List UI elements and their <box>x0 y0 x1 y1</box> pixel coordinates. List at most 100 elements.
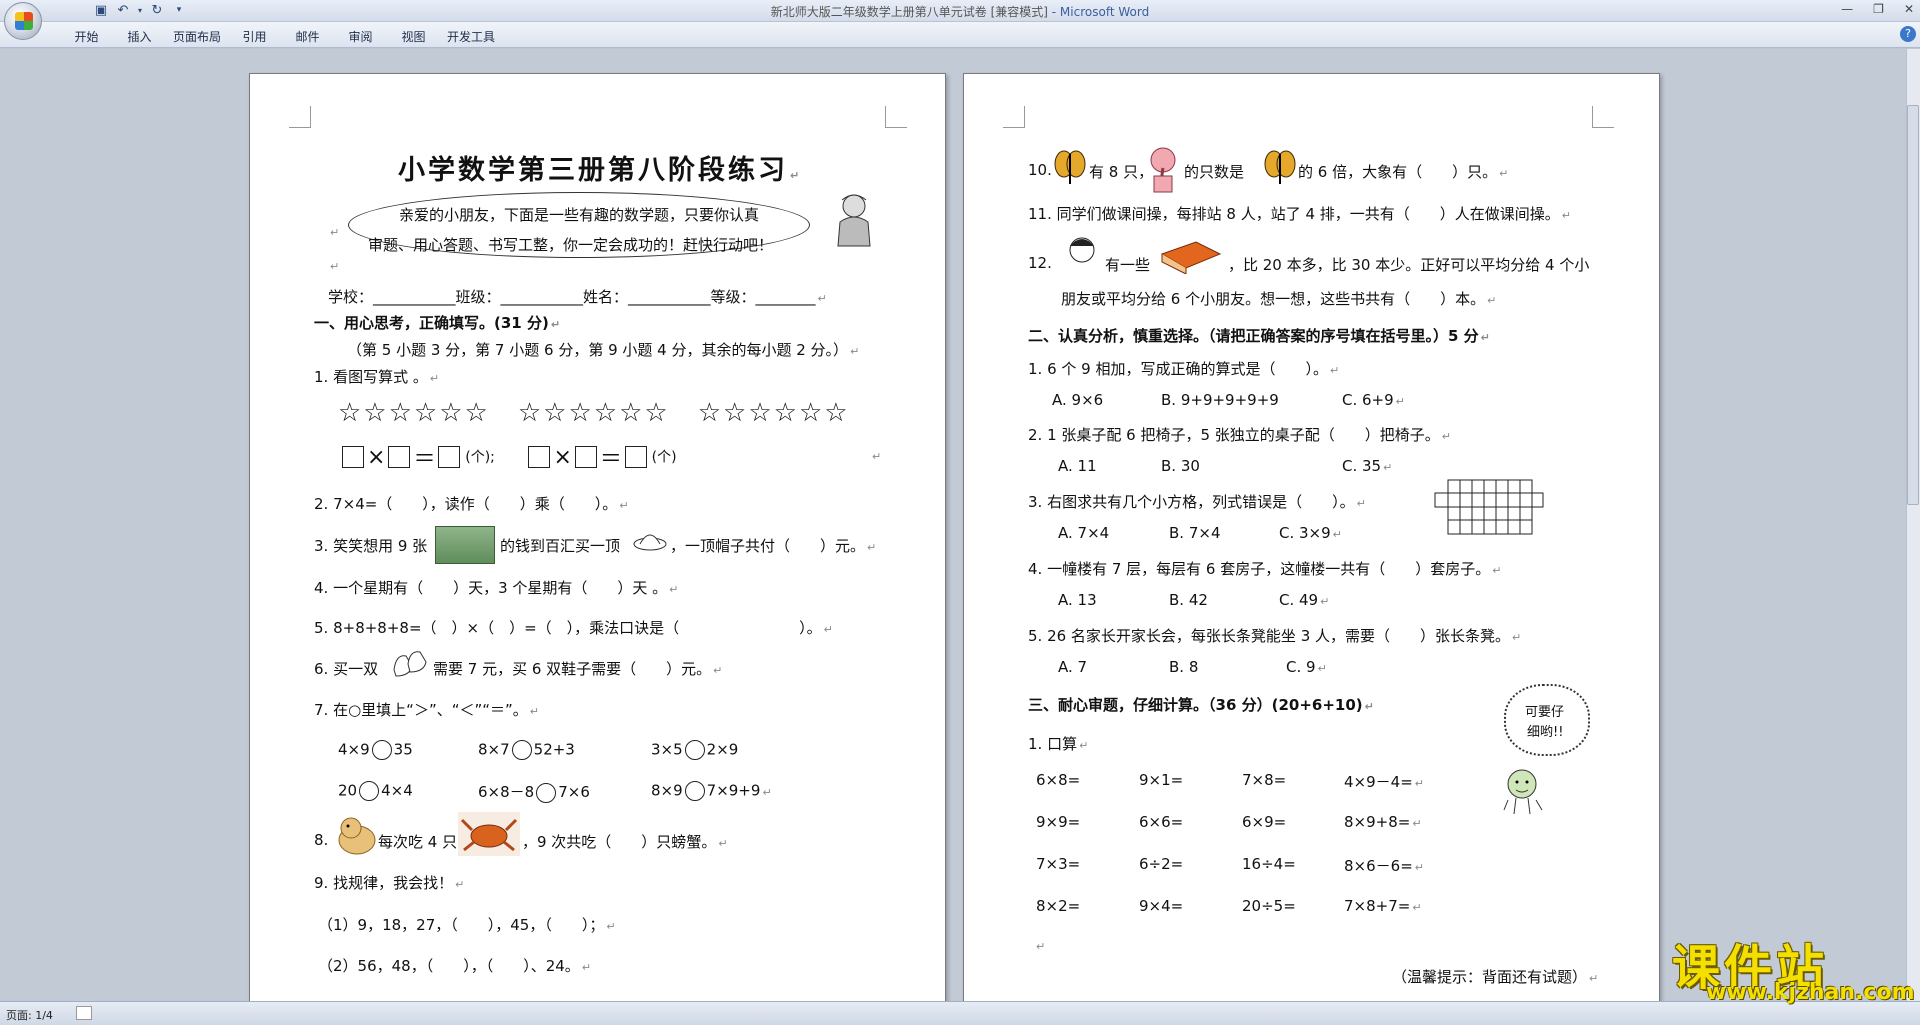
calc-cell: 7×8= <box>1242 771 1287 789</box>
calc-cell: 8×6－6= ↵ <box>1344 857 1424 875</box>
section-1-heading: 一、用心思考，正确填写。(31 分) ↵ <box>314 314 561 332</box>
back-page-hint: （温馨提示：背面还有试题） ↵ <box>1392 968 1599 986</box>
status-bar: 页面: 1/4 <box>0 1001 1920 1025</box>
title-bar: 新北师大版二年级数学上册第八单元试卷 [兼容模式] - Microsoft Wo… <box>0 0 1920 22</box>
proofing-icon[interactable] <box>76 1006 92 1020</box>
question-10: 10. <box>1028 161 1052 179</box>
calc-cell: 20÷5= <box>1242 897 1296 915</box>
compare-2: 8×7 52+3 <box>478 740 575 760</box>
tab-references[interactable]: 引用 <box>228 26 281 47</box>
question-11: 11. 同学们做课间操，每排站 8 人，站了 4 排，一共有（ ）人在做课间操。… <box>1028 205 1572 223</box>
crab-picture <box>458 812 520 856</box>
choice-q2: 2. 1 张桌子配 6 把椅子，5 张独立的桌子配（ ）把椅子。 ↵ <box>1028 426 1452 444</box>
intro-line-1: 亲爱的小朋友，下面是一些有趣的数学题，只要你认真 <box>399 206 760 224</box>
site-watermark: 课件站 www.kjzhan.com <box>1668 928 1915 1005</box>
choice-q5-option-c: C. 9 ↵ <box>1286 658 1327 676</box>
choice-q1-option-c: C. 6+9 ↵ <box>1342 391 1405 409</box>
close-icon[interactable]: ✕ <box>1904 2 1914 16</box>
question-3-end: ，一顶帽子共付（ ）元。 ↵ <box>670 537 877 555</box>
tab-mailings[interactable]: 邮件 <box>281 26 334 47</box>
question-10-end: 的 6 倍，大象有（ ）只。 ↵ <box>1298 163 1509 181</box>
choice-q1-option-b: B. 9+9+9+9+9 <box>1161 391 1279 409</box>
calc-cell: 4×9－4= ↵ <box>1344 773 1424 791</box>
butterfly-picture <box>1054 150 1086 184</box>
tab-view[interactable]: 视图 <box>387 26 440 47</box>
customize-qat-icon[interactable]: ▾ <box>170 2 188 18</box>
choice-q2-option-a: A. 11 <box>1058 457 1097 475</box>
equation-blanks: × ＝ (个); × ＝ (个) <box>342 441 677 473</box>
grid-figure <box>1434 479 1544 535</box>
scroll-thumb[interactable] <box>1907 105 1919 505</box>
calc-cell: 6×6= <box>1139 813 1184 831</box>
compare-5: 6×8－8 7×6 <box>478 782 590 803</box>
choice-q3: 3. 右图求共有几个小方格，列式错误是（ ）。 ↵ <box>1028 493 1366 511</box>
question-6-cont: 需要 7 元，买 6 双鞋子需要（ ）元。 ↵ <box>433 660 723 678</box>
choice-q3-option-c: C. 3×9 ↵ <box>1279 524 1342 542</box>
question-10-mid: 的只数是 <box>1184 163 1245 181</box>
girl-thinking-picture <box>837 194 871 247</box>
question-9-1: （1）9，18，27，（ ），45，（ ）； ↵ <box>318 916 616 934</box>
help-icon[interactable]: ? <box>1900 26 1916 42</box>
exam-title: 小学数学第三册第八阶段练习 ↵ <box>398 155 803 186</box>
butterfly-picture <box>1264 150 1296 184</box>
question-4: 4. 一个星期有（ ）天，3 个星期有（ ）天 。 ↵ <box>314 579 679 597</box>
thought-cloud <box>1504 684 1590 756</box>
question-8-end: ，9 次共吃（ ）只螃蟹。 ↵ <box>522 833 728 851</box>
document-page-2: 10. 有 8 只， 的只数是 的 6 倍，大象有（ ）只。 ↵ 11. 同学们做… <box>963 73 1660 1023</box>
vertical-scrollbar[interactable] <box>1906 49 1920 1001</box>
question-5: 5. 8+8+8+8=（ ）×（ ）=（ ），乘法口诀是（ ）。 ↵ <box>314 619 833 637</box>
section-3-heading: 三、耐心审题，仔细计算。（36 分）(20+6+10) ↵ <box>1028 696 1374 714</box>
undo-dropdown-icon[interactable]: ▾ <box>136 2 144 18</box>
choice-q1-option-a: A. 9×6 <box>1052 391 1104 409</box>
compare-1: 4×9 35 <box>338 740 413 760</box>
tab-insert[interactable]: 插入 <box>113 26 166 47</box>
crop-mark <box>1003 106 1025 128</box>
mental-math-title: 1. 口算 ↵ <box>1028 735 1089 753</box>
choice-q2-option-c: C. 35 ↵ <box>1342 457 1393 475</box>
paragraph-mark: ↵ <box>330 260 340 273</box>
elephant-picture <box>1150 147 1176 193</box>
question-3: 3. 笑笑想用 9 张 <box>314 537 428 555</box>
crop-mark <box>1592 106 1614 128</box>
section-2-heading: 二、认真分析，慎重选择。（请把正确答案的序号填在括号里。）5 分 ↵ <box>1028 327 1490 345</box>
office-logo-icon <box>15 12 33 30</box>
question-7: 7. 在○里填上“＞”、“＜”“＝”。 ↵ <box>314 701 540 719</box>
choice-q2-option-b: B. 30 <box>1161 457 1200 475</box>
calc-cell: 6×9= <box>1242 813 1287 831</box>
choice-q3-option-a: A. 7×4 <box>1058 524 1110 542</box>
intro-line-2: 审题、用心答题、书写工整，你一定会成功的！赶快行动吧！ <box>368 236 774 254</box>
compare-6: 8×9 7×9+9 ↵ <box>651 781 772 801</box>
question-12-cont: 有一些 <box>1105 256 1151 274</box>
choice-q3-option-b: B. 7×4 <box>1169 524 1221 542</box>
question-9: 9. 找规律，我会找！ ↵ <box>314 874 465 892</box>
cartoon-kid-picture <box>1503 769 1543 815</box>
choice-q4-option-c: C. 49 ↵ <box>1279 591 1330 609</box>
student-info-line: 学校：___________班级：___________姓名：_________… <box>328 288 827 306</box>
tab-page-layout[interactable]: 页面布局 <box>166 26 228 47</box>
calc-cell: 6÷2= <box>1139 855 1184 873</box>
choice-q1: 1. 6 个 9 相加，写成正确的算式是（ ）。 ↵ <box>1028 360 1340 378</box>
tab-developer[interactable]: 开发工具 <box>440 26 502 47</box>
shoes-picture <box>393 651 427 677</box>
minimize-icon[interactable]: — <box>1841 2 1853 16</box>
hat-picture <box>633 534 667 551</box>
undo-icon[interactable]: ↶ <box>114 2 132 18</box>
calc-cell: 16÷4= <box>1242 855 1296 873</box>
redo-icon[interactable]: ↻ <box>148 2 166 18</box>
maximize-icon[interactable]: ❐ <box>1873 2 1884 16</box>
question-10-cont: 有 8 只， <box>1089 163 1154 181</box>
tab-home[interactable]: 开始 <box>60 26 113 47</box>
choice-q5-option-a: A. 7 <box>1058 658 1088 676</box>
quick-access-toolbar: ▣ ↶ ▾ ↻ ▾ <box>48 2 188 18</box>
question-6: 6. 买一双 <box>314 660 379 678</box>
calc-cell: 9×9= <box>1036 813 1081 831</box>
choice-q4: 4. 一幢楼有 7 层，每层有 6 套房子，这幢楼一共有（ ）套房子。 ↵ <box>1028 560 1502 578</box>
tab-review[interactable]: 审阅 <box>334 26 387 47</box>
compare-4: 20 4×4 <box>338 781 413 801</box>
save-icon[interactable]: ▣ <box>92 2 110 18</box>
calc-cell: 8×2= <box>1036 897 1081 915</box>
office-button[interactable] <box>4 2 42 40</box>
page-count[interactable]: 页面: 1/4 <box>6 1007 53 1023</box>
question-12-line2: 朋友或平均分给 6 个小朋友。想一想，这些书共有（ ）本。 ↵ <box>1061 290 1497 308</box>
document-page-1: 小学数学第三册第八阶段练习 ↵ 亲爱的小朋友，下面是一些有趣的数学题，只要你认真 … <box>249 73 946 1023</box>
